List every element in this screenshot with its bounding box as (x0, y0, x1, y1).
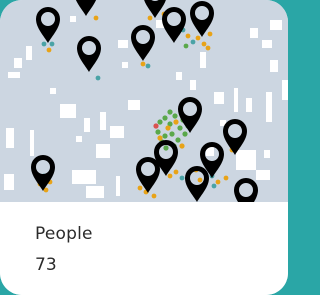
people-count: 73 (35, 255, 57, 275)
location-pin-icon[interactable] (31, 155, 55, 191)
location-pin-icon[interactable] (131, 25, 155, 61)
people-map-card[interactable]: People 73 (0, 0, 288, 295)
people-label: People (35, 224, 93, 244)
location-pin-icon[interactable] (162, 7, 186, 43)
map-view[interactable] (0, 0, 288, 202)
map-canvas (4, 0, 288, 202)
location-pin-icon[interactable] (223, 119, 247, 155)
location-pin-icon[interactable] (190, 1, 214, 37)
map-buildings (4, 16, 288, 198)
location-pin-icon[interactable] (77, 36, 101, 72)
card-info (0, 202, 288, 295)
location-pin-icon[interactable] (234, 178, 258, 202)
location-pin-icon[interactable] (74, 0, 98, 16)
location-pin-icon[interactable] (36, 7, 60, 43)
